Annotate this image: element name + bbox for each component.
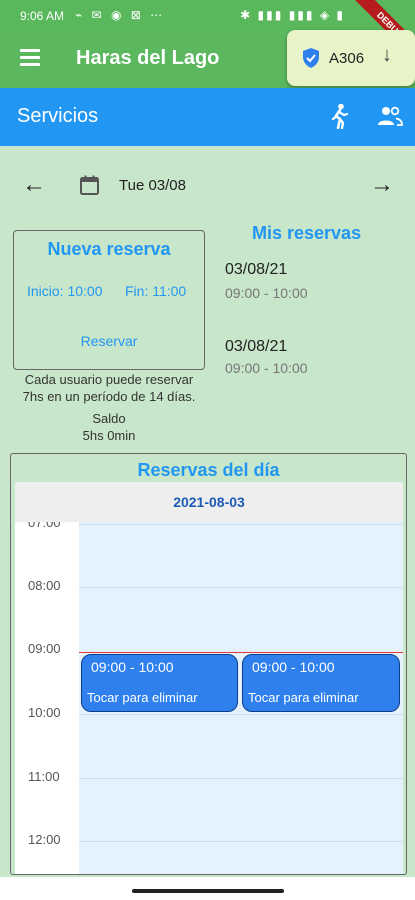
hour-label: 12:00 <box>28 832 61 847</box>
rules-line-2: 7hs en un período de 14 días. <box>22 389 196 404</box>
new-reservation-card: Nueva reserva Inicio: 10:00 Fin: 11:00 R… <box>13 230 205 370</box>
status-time: 9:06 AM <box>20 9 65 23</box>
reserve-button[interactable]: Reservar <box>14 333 204 349</box>
shield-check-icon <box>303 48 319 68</box>
day-column-date: 2021-08-03 <box>173 494 245 510</box>
balance-value: 5hs 0min <box>82 428 136 443</box>
hour-gridline <box>79 714 403 715</box>
hour-column: 07:00 08:00 09:00 10:00 11:00 12:00 <box>15 522 79 874</box>
people-icon[interactable] <box>377 105 403 127</box>
date-navigator: ← Tue 03/08 → <box>0 165 415 205</box>
status-bar: 9:06 AM ⌁ ✉ ◉ ⊠ ⋯ ✱ ▮▮▮ ▮▮▮ ◈ ▮ DEBUG <box>0 0 415 69</box>
event-time: 09:00 - 10:00 <box>91 659 174 675</box>
system-icons: ✱ ▮▮▮ ▮▮▮ ◈ ▮ <box>240 8 345 22</box>
hour-gridline <box>79 587 403 588</box>
current-time-line <box>79 652 403 653</box>
home-indicator[interactable] <box>132 889 284 893</box>
hour-gridline <box>79 841 403 842</box>
app-title: Haras del Lago <box>76 47 220 69</box>
balance-label: Saldo <box>92 411 126 426</box>
rules-line-1: Cada usuario puede reservar <box>24 372 194 387</box>
day-reservations-title: Reservas del día <box>137 460 280 480</box>
day-reservations-panel: Reservas del día 2021-08-03 07:00 08:00 … <box>10 453 407 875</box>
hour-label: 07:00 <box>28 522 61 530</box>
start-time-selector[interactable]: Inicio: 10:00 <box>27 283 103 299</box>
calendar-icon[interactable] <box>80 175 99 195</box>
my-reservations-title: Mis reservas <box>252 223 362 243</box>
hour-gridline <box>79 524 403 525</box>
arrow-down-icon: ↓ <box>382 44 392 66</box>
services-title: Servicios <box>17 105 99 127</box>
day-column-header: 2021-08-03 <box>15 482 403 522</box>
unit-selector[interactable]: A306 ↓ <box>287 30 415 86</box>
event-action: Tocar para eliminar <box>87 690 198 705</box>
end-time-selector[interactable]: Fin: 11:00 <box>125 283 186 299</box>
day-grid[interactable]: 09:00 - 10:00 Tocar para eliminar 09:00 … <box>79 522 403 874</box>
hour-label: 08:00 <box>28 578 61 593</box>
hour-label: 10:00 <box>28 705 61 720</box>
arrow-back-icon[interactable]: ← <box>22 171 46 199</box>
services-bar: Servicios <box>0 88 415 146</box>
notification-icons: ⌁ ✉ ◉ ⊠ ⋯ <box>75 8 166 22</box>
my-reservation-time: 09:00 - 10:00 <box>225 285 308 301</box>
new-reservation-title: Nueva reserva <box>47 239 171 259</box>
hour-gridline <box>79 778 403 779</box>
reservation-event[interactable]: 09:00 - 10:00 Tocar para eliminar <box>81 654 238 712</box>
my-reservation-date[interactable]: 03/08/21 <box>225 261 287 279</box>
my-reservation-time: 09:00 - 10:00 <box>225 360 308 376</box>
event-action: Tocar para eliminar <box>248 690 359 705</box>
hour-label: 11:00 <box>28 769 60 784</box>
event-time: 09:00 - 10:00 <box>252 659 335 675</box>
my-reservation-date[interactable]: 03/08/21 <box>225 338 287 356</box>
reservation-event[interactable]: 09:00 - 10:00 Tocar para eliminar <box>242 654 400 712</box>
arrow-forward-icon[interactable]: → <box>370 171 394 199</box>
menu-icon[interactable] <box>20 49 40 67</box>
date-label: Tue 03/08 <box>119 177 186 194</box>
unit-label: A306 <box>329 50 365 67</box>
hour-label: 09:00 <box>28 641 61 656</box>
walk-icon[interactable] <box>328 103 350 129</box>
